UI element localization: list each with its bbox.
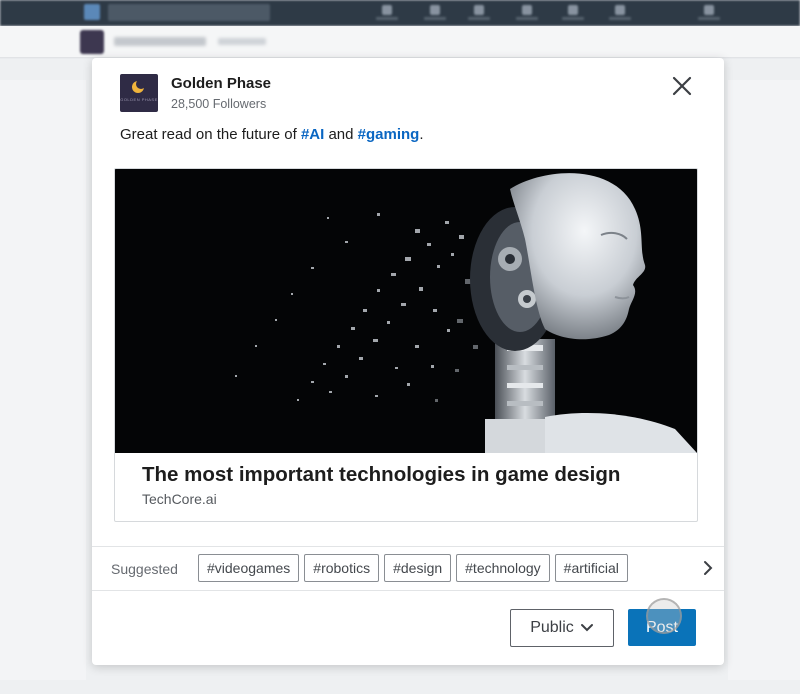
post-text-segment: . xyxy=(419,126,424,143)
hashtag-chip[interactable]: #technology xyxy=(456,554,550,582)
background-top-nav xyxy=(0,0,800,26)
article-source: TechCore.ai xyxy=(142,491,217,507)
divider xyxy=(92,590,724,591)
company-logo-text: GOLDEN PHASE xyxy=(120,97,158,102)
article-preview-card[interactable]: The most important technologies in game … xyxy=(114,168,698,522)
hashtag-chip[interactable]: #robotics xyxy=(304,554,380,582)
suggested-hashtags: #videogames #robotics #design #technology #a… xyxy=(198,554,700,582)
background-nav-icon xyxy=(568,5,578,15)
background-company-logo xyxy=(80,30,104,54)
background-nav-label xyxy=(516,17,538,20)
post-text[interactable]: Great read on the future of #AI and #gam… xyxy=(120,126,424,143)
scroll-chips-button[interactable] xyxy=(701,558,715,578)
chevron-right-icon xyxy=(704,561,713,575)
hashtag-link[interactable]: #gaming xyxy=(358,126,420,143)
background-nav-icon xyxy=(522,5,532,15)
background-nav-label xyxy=(609,17,631,20)
background-nav-icon xyxy=(474,5,484,15)
post-text-segment: Great read on the future of xyxy=(120,126,301,143)
close-icon xyxy=(672,76,692,96)
background-nav-label xyxy=(424,17,446,20)
robot-head-illustration xyxy=(115,169,697,453)
post-text-segment: and xyxy=(324,126,358,143)
hashtag-chip[interactable]: #artificial xyxy=(554,554,628,582)
suggested-label: Suggested xyxy=(111,561,178,577)
background-right-column xyxy=(728,80,800,680)
background-nav-label xyxy=(468,17,490,20)
follower-count: 28,500 Followers xyxy=(171,97,267,111)
chevron-down-icon xyxy=(580,624,593,632)
background-nav-label xyxy=(376,17,398,20)
background-nav-icon xyxy=(382,5,392,15)
background-nav-icon xyxy=(704,5,714,15)
share-post-modal: GOLDEN PHASE Golden Phase 28,500 Followe… xyxy=(92,58,724,665)
hashtag-chip[interactable]: #videogames xyxy=(198,554,300,582)
background-nav-icon xyxy=(430,5,440,15)
article-title[interactable]: The most important technologies in game … xyxy=(142,463,620,487)
background-app-logo xyxy=(84,4,100,20)
company-logo: GOLDEN PHASE xyxy=(120,74,158,112)
moon-icon-cutout xyxy=(136,79,146,89)
visibility-dropdown[interactable]: Public xyxy=(510,609,614,647)
background-nav-icon xyxy=(615,5,625,15)
background-nav-label xyxy=(698,17,720,20)
close-button[interactable] xyxy=(668,72,696,100)
visibility-label: Public xyxy=(530,619,574,636)
post-button[interactable]: Post xyxy=(628,609,696,646)
article-image xyxy=(115,169,697,453)
background-company-meta xyxy=(218,38,266,45)
divider xyxy=(92,546,724,547)
background-left-column xyxy=(0,80,86,680)
background-search-box xyxy=(108,4,270,21)
company-name: Golden Phase xyxy=(171,75,272,92)
hashtag-chip[interactable]: #design xyxy=(384,554,452,582)
hashtag-link[interactable]: #AI xyxy=(301,126,324,143)
background-nav-label xyxy=(562,17,584,20)
background-company-name xyxy=(114,37,206,46)
